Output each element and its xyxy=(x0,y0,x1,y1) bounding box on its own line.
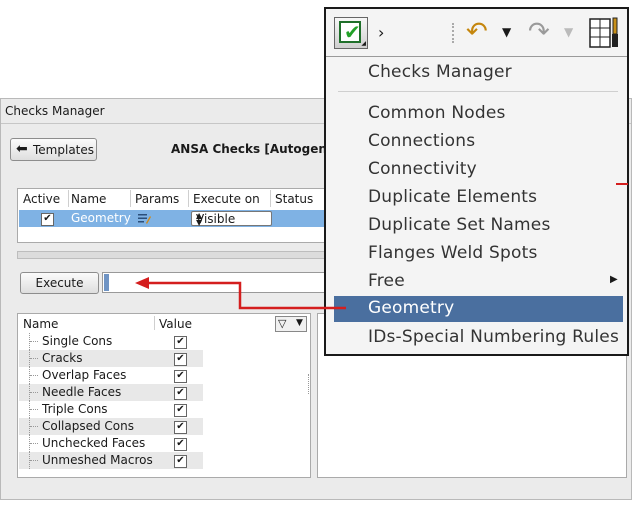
tree-row[interactable]: Triple Cons ✔ xyxy=(19,401,203,418)
horizontal-scrollbar[interactable] xyxy=(17,251,335,259)
value-checkbox[interactable]: ✔ xyxy=(174,421,187,434)
header-separator xyxy=(270,190,271,207)
value-checkbox[interactable]: ✔ xyxy=(174,438,187,451)
progress-bar xyxy=(102,272,332,293)
header-separator xyxy=(68,190,69,207)
menu-divider xyxy=(326,56,627,57)
tree-value-header[interactable]: Value xyxy=(159,317,192,331)
tree-row[interactable]: Overlap Faces ✔ xyxy=(19,367,203,384)
checks-title: ANSA Checks [Autogen xyxy=(171,142,327,156)
toolbar-grip[interactable] xyxy=(452,23,458,43)
menu-item-duplicate-elements[interactable]: Duplicate Elements xyxy=(368,187,537,207)
templates-label: Templates xyxy=(33,143,95,157)
checks-grid: Active Name Params Execute on Status ✔ G… xyxy=(17,188,335,243)
chevron-down-icon: ▼ xyxy=(296,318,303,328)
menu-item-duplicate-set-names[interactable]: Duplicate Set Names xyxy=(368,215,551,235)
value-checkbox[interactable]: ✔ xyxy=(174,404,187,417)
active-checkbox[interactable]: ✔ xyxy=(41,213,54,226)
checks-toolbar-button[interactable]: ✔ ◢ xyxy=(334,17,368,49)
tree-name-header[interactable]: Name xyxy=(23,317,58,331)
tree-row-label: Triple Cons xyxy=(42,402,108,416)
value-checkbox[interactable]: ✔ xyxy=(174,387,187,400)
value-checkbox[interactable]: ✔ xyxy=(174,370,187,383)
tree-branch xyxy=(29,333,42,350)
undo-icon[interactable]: ↶ xyxy=(466,17,488,47)
menu-item-flanges-weld-spots[interactable]: Flanges Weld Spots xyxy=(368,243,538,263)
menu-item-common-nodes[interactable]: Common Nodes xyxy=(368,103,506,123)
tree-row-label: Needle Faces xyxy=(42,385,122,399)
execute-on-select[interactable]: Visible ▲ ▼ xyxy=(191,211,272,227)
tree-branch xyxy=(29,401,42,418)
col-params-header[interactable]: Params xyxy=(135,192,179,206)
tree-row[interactable]: Collapsed Cons ✔ xyxy=(19,418,203,435)
header-separator xyxy=(130,190,131,207)
tree-row[interactable]: Needle Faces ✔ xyxy=(19,384,203,401)
tools-icon[interactable] xyxy=(588,16,622,50)
filter-icon: ▽ xyxy=(278,317,287,330)
table-row[interactable]: ✔ Geometry Visible ▲ ▼ xyxy=(19,210,335,227)
value-checkbox[interactable]: ✔ xyxy=(174,353,187,366)
progress-fill xyxy=(104,274,109,291)
value-checkbox[interactable]: ✔ xyxy=(174,336,187,349)
menu-item-free[interactable]: Free xyxy=(368,271,405,291)
col-name-header[interactable]: Name xyxy=(71,192,106,206)
redo-dropdown-icon: ▼ xyxy=(564,25,574,39)
check-icon: ✔ xyxy=(339,20,361,44)
col-execute-on-header[interactable]: Execute on xyxy=(193,192,260,206)
tree-row[interactable]: Unmeshed Macros ✔ xyxy=(19,452,203,469)
tree-row-label: Collapsed Cons xyxy=(42,419,135,433)
corner-arrow-icon: ◢ xyxy=(361,40,366,47)
header-separator xyxy=(154,316,155,330)
templates-button[interactable]: ⬅ Templates xyxy=(10,138,97,161)
menu-item-ids-special-numbering[interactable]: IDs-Special Numbering Rules xyxy=(368,327,619,347)
tree-row[interactable]: Single Cons ✔ xyxy=(19,333,203,350)
tree-branch xyxy=(29,418,42,435)
params-icon[interactable] xyxy=(138,213,151,224)
redo-icon: ↷ xyxy=(528,17,550,47)
tree-row[interactable]: Cracks ✔ xyxy=(19,350,203,367)
menu-item-connectivity[interactable]: Connectivity xyxy=(368,159,477,179)
parameters-tree: Name Value ▽ ▼ Single Cons ✔ Cracks ✔ Ov… xyxy=(17,313,311,478)
annotation-edge-mark xyxy=(616,183,628,185)
header-separator xyxy=(188,190,189,207)
undo-dropdown-icon[interactable]: ▼ xyxy=(502,25,511,39)
menu-item-checks-manager[interactable]: Checks Manager xyxy=(368,62,512,82)
tree-row-label: Unmeshed Macros xyxy=(42,453,153,467)
splitter-handle[interactable] xyxy=(308,374,312,394)
window-title: Checks Manager xyxy=(5,104,105,118)
tree-branch xyxy=(29,452,42,469)
back-arrow-icon: ⬅ xyxy=(16,141,28,157)
value-checkbox[interactable]: ✔ xyxy=(174,455,187,468)
tree-row[interactable]: Unchecked Faces ✔ xyxy=(19,435,203,452)
tree-row-label: Unchecked Faces xyxy=(42,436,146,450)
more-arrow-icon[interactable]: › xyxy=(378,23,384,42)
col-status-header[interactable]: Status xyxy=(275,192,313,206)
checks-popup-menu: ✔ ◢ › ↶ ▼ ↷ ▼ Checks Manager Common Node… xyxy=(324,7,629,356)
menu-item-connections[interactable]: Connections xyxy=(368,131,475,151)
row-name: Geometry xyxy=(71,211,131,225)
menu-separator xyxy=(338,91,618,92)
filter-button[interactable]: ▽ ▼ xyxy=(275,316,307,332)
submenu-arrow-icon: ▶ xyxy=(610,274,618,285)
spinner-icon: ▲ ▼ xyxy=(196,211,203,227)
tree-row-label: Cracks xyxy=(42,351,83,365)
menu-item-geometry[interactable]: Geometry xyxy=(334,296,623,322)
execute-button[interactable]: Execute xyxy=(20,272,99,294)
menu-item-geometry-label: Geometry xyxy=(368,298,455,318)
tree-branch xyxy=(29,350,42,367)
col-active-header[interactable]: Active xyxy=(23,192,60,206)
tree-row-label: Overlap Faces xyxy=(42,368,127,382)
tree-branch xyxy=(29,367,42,384)
tree-branch xyxy=(29,384,42,401)
tree-branch xyxy=(29,435,42,452)
tree-row-label: Single Cons xyxy=(42,334,113,348)
